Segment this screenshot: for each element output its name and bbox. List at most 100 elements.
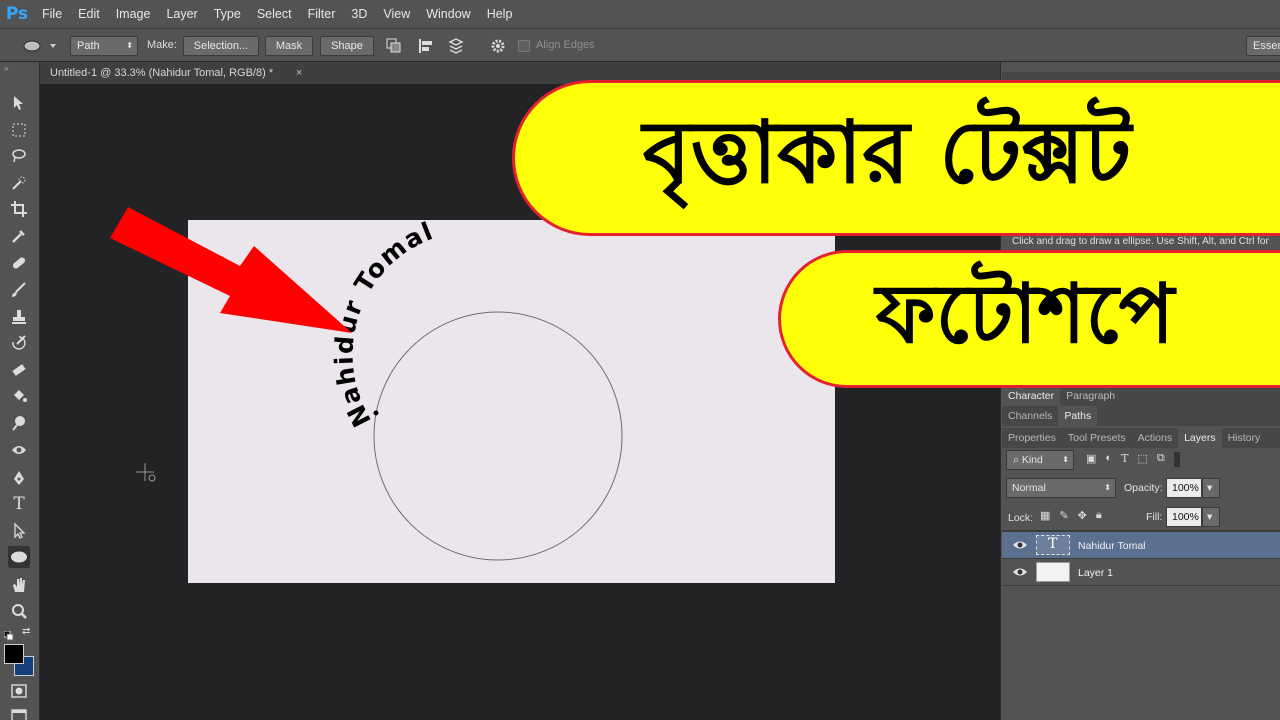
quick-selection-tool-icon[interactable] — [8, 172, 30, 194]
default-colors-icon[interactable] — [3, 628, 14, 641]
adjustment-filter-icon[interactable]: ◐ — [1105, 452, 1112, 468]
menu-image[interactable]: Image — [108, 0, 159, 28]
tab-layers[interactable]: Layers — [1178, 428, 1222, 448]
make-selection-button[interactable]: Selection... — [183, 36, 259, 56]
eraser-tool-icon[interactable] — [8, 359, 30, 381]
brush-tool-icon[interactable] — [8, 279, 30, 301]
move-tool-icon[interactable] — [8, 92, 30, 114]
blend-mode-value: Normal — [1012, 482, 1046, 494]
title-banner-line2: ফটোশপে — [778, 250, 1280, 388]
align-edges-label: Align Edges — [536, 39, 595, 51]
menu-type[interactable]: Type — [206, 0, 249, 28]
path-arrangement-icon[interactable] — [448, 38, 464, 54]
path-alignment-icon[interactable] — [418, 38, 434, 54]
align-edges-checkbox[interactable] — [518, 40, 530, 52]
menu-window[interactable]: Window — [418, 0, 478, 28]
tab-character[interactable]: Character — [1002, 386, 1061, 406]
path-operations-icon[interactable] — [386, 38, 402, 54]
marquee-tool-icon[interactable] — [8, 119, 30, 141]
ellipse-tool-icon[interactable] — [8, 546, 30, 568]
make-shape-button[interactable]: Shape — [320, 36, 374, 56]
tab-history[interactable]: History — [1222, 428, 1267, 448]
layer-filter-icons: ▣ ◐ T ⬚ ⧉ — [1086, 452, 1226, 468]
lock-image-icon[interactable]: ✎ — [1059, 509, 1068, 525]
menu-filter[interactable]: Filter — [300, 0, 344, 28]
tab-tool-presets[interactable]: Tool Presets — [1062, 428, 1132, 448]
document-tab[interactable]: Untitled-1 @ 33.3% (Nahidur Tomal, RGB/8… — [40, 62, 312, 84]
tool-hint-text: Click and drag to draw a ellipse. Use Sh… — [1012, 236, 1269, 247]
path-mode-select[interactable]: Path ⬍ — [70, 36, 138, 56]
smart-object-filter-icon[interactable]: ⧉ — [1157, 452, 1165, 468]
blur-tool-icon[interactable] — [8, 439, 30, 461]
eye-icon[interactable] — [1012, 565, 1028, 579]
pixel-filter-icon[interactable]: ▣ — [1086, 452, 1096, 468]
crop-tool-icon[interactable] — [8, 198, 30, 220]
blend-mode-select[interactable]: Normal ⬍ — [1006, 478, 1116, 498]
eyedropper-tool-icon[interactable] — [8, 225, 30, 247]
lock-transparent-icon[interactable]: ▦ — [1040, 509, 1050, 525]
type-tool-icon[interactable]: T — [8, 493, 30, 515]
lock-icons: ▦ ✎ ✥ 🔒︎ — [1040, 509, 1122, 525]
document-canvas[interactable] — [188, 220, 835, 583]
photoshop-logo: Ps — [5, 4, 29, 24]
lock-label: Lock: — [1008, 512, 1034, 524]
gear-icon[interactable] — [490, 38, 506, 54]
tab-channels[interactable]: Channels — [1002, 406, 1058, 426]
updown-arrows-icon: ⬍ — [126, 41, 133, 50]
text-layer-thumbnail: T — [1036, 535, 1070, 555]
tool-preset-picker[interactable] — [20, 37, 60, 55]
layer-row-text[interactable]: T Nahidur Tomal — [1002, 532, 1280, 559]
close-tab-icon[interactable]: × — [296, 62, 310, 84]
hand-tool-icon[interactable] — [8, 574, 30, 596]
tab-paragraph[interactable]: Paragraph — [1060, 386, 1121, 406]
updown-arrows-icon: ⬍ — [1104, 483, 1111, 492]
shape-filter-icon[interactable]: ⬚ — [1137, 452, 1147, 468]
channels-panel-tabs: Channels Paths — [1002, 406, 1280, 426]
opacity-field[interactable]: 100% — [1166, 478, 1202, 498]
opacity-dropdown-icon[interactable]: ▾ — [1202, 478, 1220, 498]
make-mask-button[interactable]: Mask — [265, 36, 313, 56]
stamp-tool-icon[interactable] — [8, 306, 30, 328]
options-bar: Path ⬍ Make: Selection... Mask Shape Ali… — [0, 28, 1280, 62]
title-text-line2: ফটোশপে — [875, 266, 1175, 362]
tab-actions[interactable]: Actions — [1132, 428, 1178, 448]
tab-paths[interactable]: Paths — [1058, 406, 1098, 426]
type-filter-icon[interactable]: T — [1121, 452, 1128, 468]
path-selection-tool-icon[interactable] — [8, 520, 30, 542]
pen-tool-icon[interactable] — [8, 467, 30, 489]
menu-bar: Ps File Edit Image Layer Type Select Fil… — [0, 0, 1280, 28]
panel-collapse-icon[interactable]: » — [4, 64, 8, 73]
foreground-color-swatch[interactable] — [4, 644, 24, 664]
history-brush-tool-icon[interactable] — [8, 332, 30, 354]
menu-help[interactable]: Help — [479, 0, 521, 28]
paint-bucket-tool-icon[interactable] — [8, 385, 30, 407]
quick-mask-icon[interactable] — [8, 680, 30, 702]
layer-kind-filter[interactable]: ⌕ Kind ⬍ — [1006, 450, 1074, 470]
ellipse-preset-icon — [23, 40, 56, 52]
screen-mode-icon[interactable] — [8, 704, 30, 720]
fill-field[interactable]: 100% — [1166, 507, 1202, 527]
lasso-tool-icon[interactable] — [8, 145, 30, 167]
pixel-layer-thumbnail — [1036, 562, 1070, 582]
menu-layer[interactable]: Layer — [158, 0, 205, 28]
zoom-tool-icon[interactable] — [8, 600, 30, 622]
filter-toggle-icon[interactable] — [1173, 452, 1180, 467]
menu-select[interactable]: Select — [249, 0, 300, 28]
fill-dropdown-icon[interactable]: ▾ — [1202, 507, 1220, 527]
workspace-switcher[interactable]: Essen — [1246, 36, 1280, 56]
healing-brush-tool-icon[interactable] — [8, 252, 30, 274]
eye-icon[interactable] — [1012, 538, 1028, 552]
title-text-line1: বৃত্তাকার টেক্সট — [642, 102, 1132, 203]
lock-position-icon[interactable]: ✥ — [1078, 509, 1087, 525]
menu-view[interactable]: View — [375, 0, 418, 28]
menu-edit[interactable]: Edit — [70, 0, 108, 28]
layer-row-pixel[interactable]: Layer 1 — [1002, 559, 1280, 586]
lock-all-icon[interactable]: 🔒︎ — [1096, 509, 1102, 525]
menu-file[interactable]: File — [34, 0, 70, 28]
path-mode-value: Path — [77, 40, 100, 52]
tab-properties[interactable]: Properties — [1002, 428, 1062, 448]
dodge-tool-icon[interactable] — [8, 412, 30, 434]
menu-3d[interactable]: 3D — [343, 0, 375, 28]
fill-label: Fill: — [1146, 511, 1163, 523]
swap-colors-icon[interactable]: ⇄ — [22, 626, 30, 637]
